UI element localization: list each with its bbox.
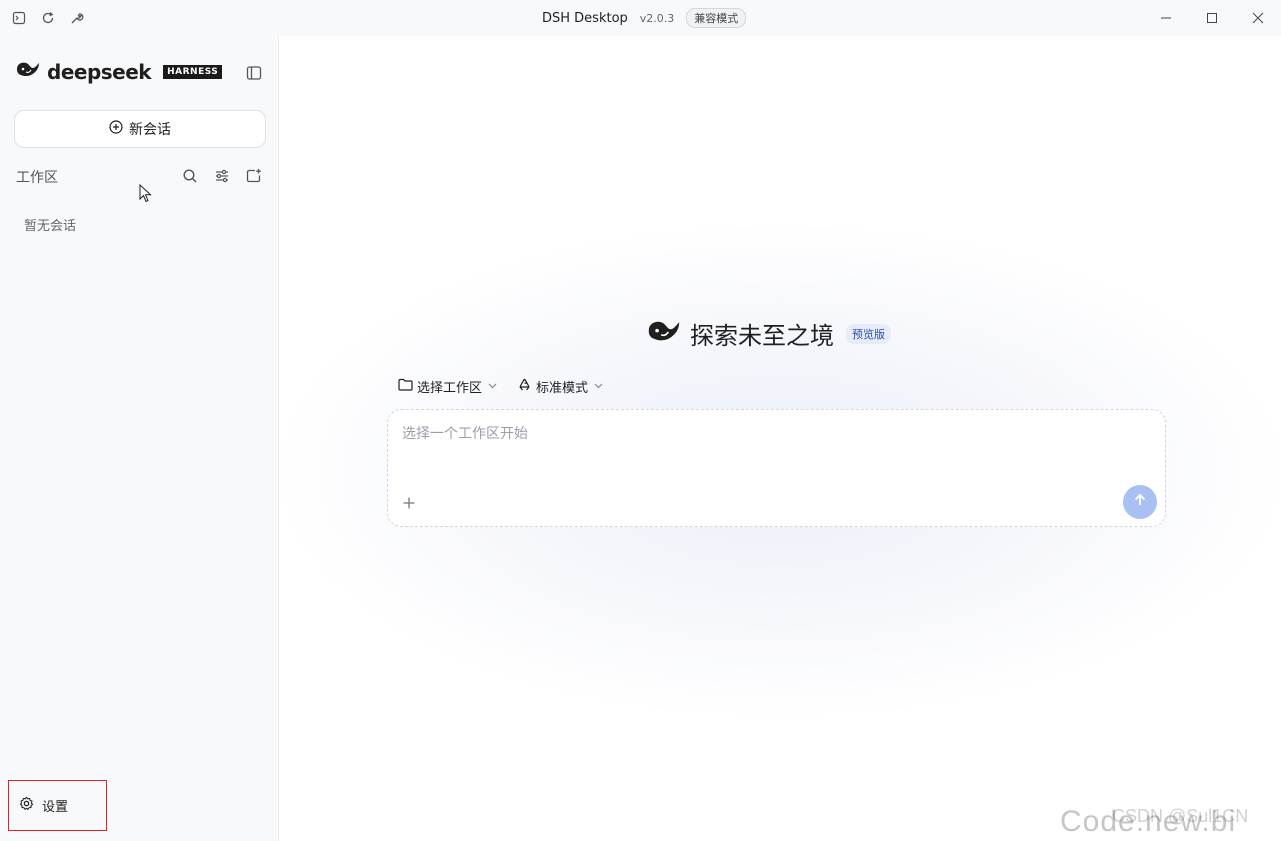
main-area: 探索未至之境 预览版 选择工作区 标准模式 xyxy=(280,36,1281,841)
new-chat-label: 新会话 xyxy=(129,122,171,138)
new-folder-icon[interactable] xyxy=(243,165,265,187)
brand: deepseek HARNESS xyxy=(15,60,223,84)
folder-icon xyxy=(398,378,413,395)
hero-heading: 探索未至之境 预览版 xyxy=(646,316,891,351)
hero-title: 探索未至之境 xyxy=(690,322,834,350)
app-version: v2.0.3 xyxy=(639,11,675,25)
message-input[interactable] xyxy=(402,426,1102,442)
brand-name: deepseek xyxy=(47,60,152,84)
harness-badge: HARNESS xyxy=(163,65,223,79)
sidebar: deepseek HARNESS 新会话 工作区 暂无会话 设置 xyxy=(0,36,279,841)
workspace-selector-label: 选择工作区 xyxy=(417,381,483,396)
recycle-mode-icon xyxy=(517,377,532,396)
title-bar: DSH Desktop v2.0.3 兼容模式 xyxy=(0,0,1281,36)
whale-logo-icon xyxy=(646,318,682,350)
attach-plus-icon[interactable] xyxy=(398,492,420,514)
app-title: DSH Desktop xyxy=(542,10,628,26)
chevron-down-icon xyxy=(488,381,497,392)
mode-selector[interactable]: 标准模式 xyxy=(517,377,603,396)
filter-icon[interactable] xyxy=(211,165,233,187)
titlebar-center: DSH Desktop v2.0.3 兼容模式 xyxy=(542,8,747,28)
plus-circle-icon xyxy=(109,120,123,138)
empty-conversations-text: 暂无会话 xyxy=(24,219,77,234)
terminal-icon[interactable] xyxy=(8,7,30,29)
settings-button[interactable]: 设置 xyxy=(8,780,107,831)
window-controls xyxy=(1143,0,1281,36)
send-button[interactable] xyxy=(1123,485,1157,519)
message-composer xyxy=(387,409,1166,527)
maximize-button[interactable] xyxy=(1189,0,1235,36)
mode-selector-label: 标准模式 xyxy=(536,381,589,396)
refresh-icon[interactable] xyxy=(37,7,59,29)
gear-icon xyxy=(19,796,34,815)
workspace-label: 工作区 xyxy=(16,170,58,186)
whale-logo-icon xyxy=(15,60,41,84)
minimize-button[interactable] xyxy=(1143,0,1189,36)
workspace-selector[interactable]: 选择工作区 xyxy=(398,377,497,396)
compat-mode-badge[interactable]: 兼容模式 xyxy=(686,8,747,28)
wrench-icon[interactable] xyxy=(66,7,88,29)
arrow-up-icon xyxy=(1132,492,1148,512)
search-icon[interactable] xyxy=(179,165,201,187)
settings-label: 设置 xyxy=(42,800,69,815)
mouse-cursor-icon xyxy=(139,183,153,208)
sidebar-toggle-icon[interactable] xyxy=(243,62,265,84)
titlebar-tools xyxy=(8,7,88,29)
preview-badge: 预览版 xyxy=(846,323,891,344)
chevron-down-icon xyxy=(594,381,603,392)
code-watermark: Code.new.bi xyxy=(1060,805,1237,838)
close-button[interactable] xyxy=(1235,0,1281,36)
composer-selectors: 选择工作区 标准模式 xyxy=(398,377,603,396)
new-chat-button[interactable]: 新会话 xyxy=(14,110,266,148)
workspace-tools xyxy=(179,165,265,187)
